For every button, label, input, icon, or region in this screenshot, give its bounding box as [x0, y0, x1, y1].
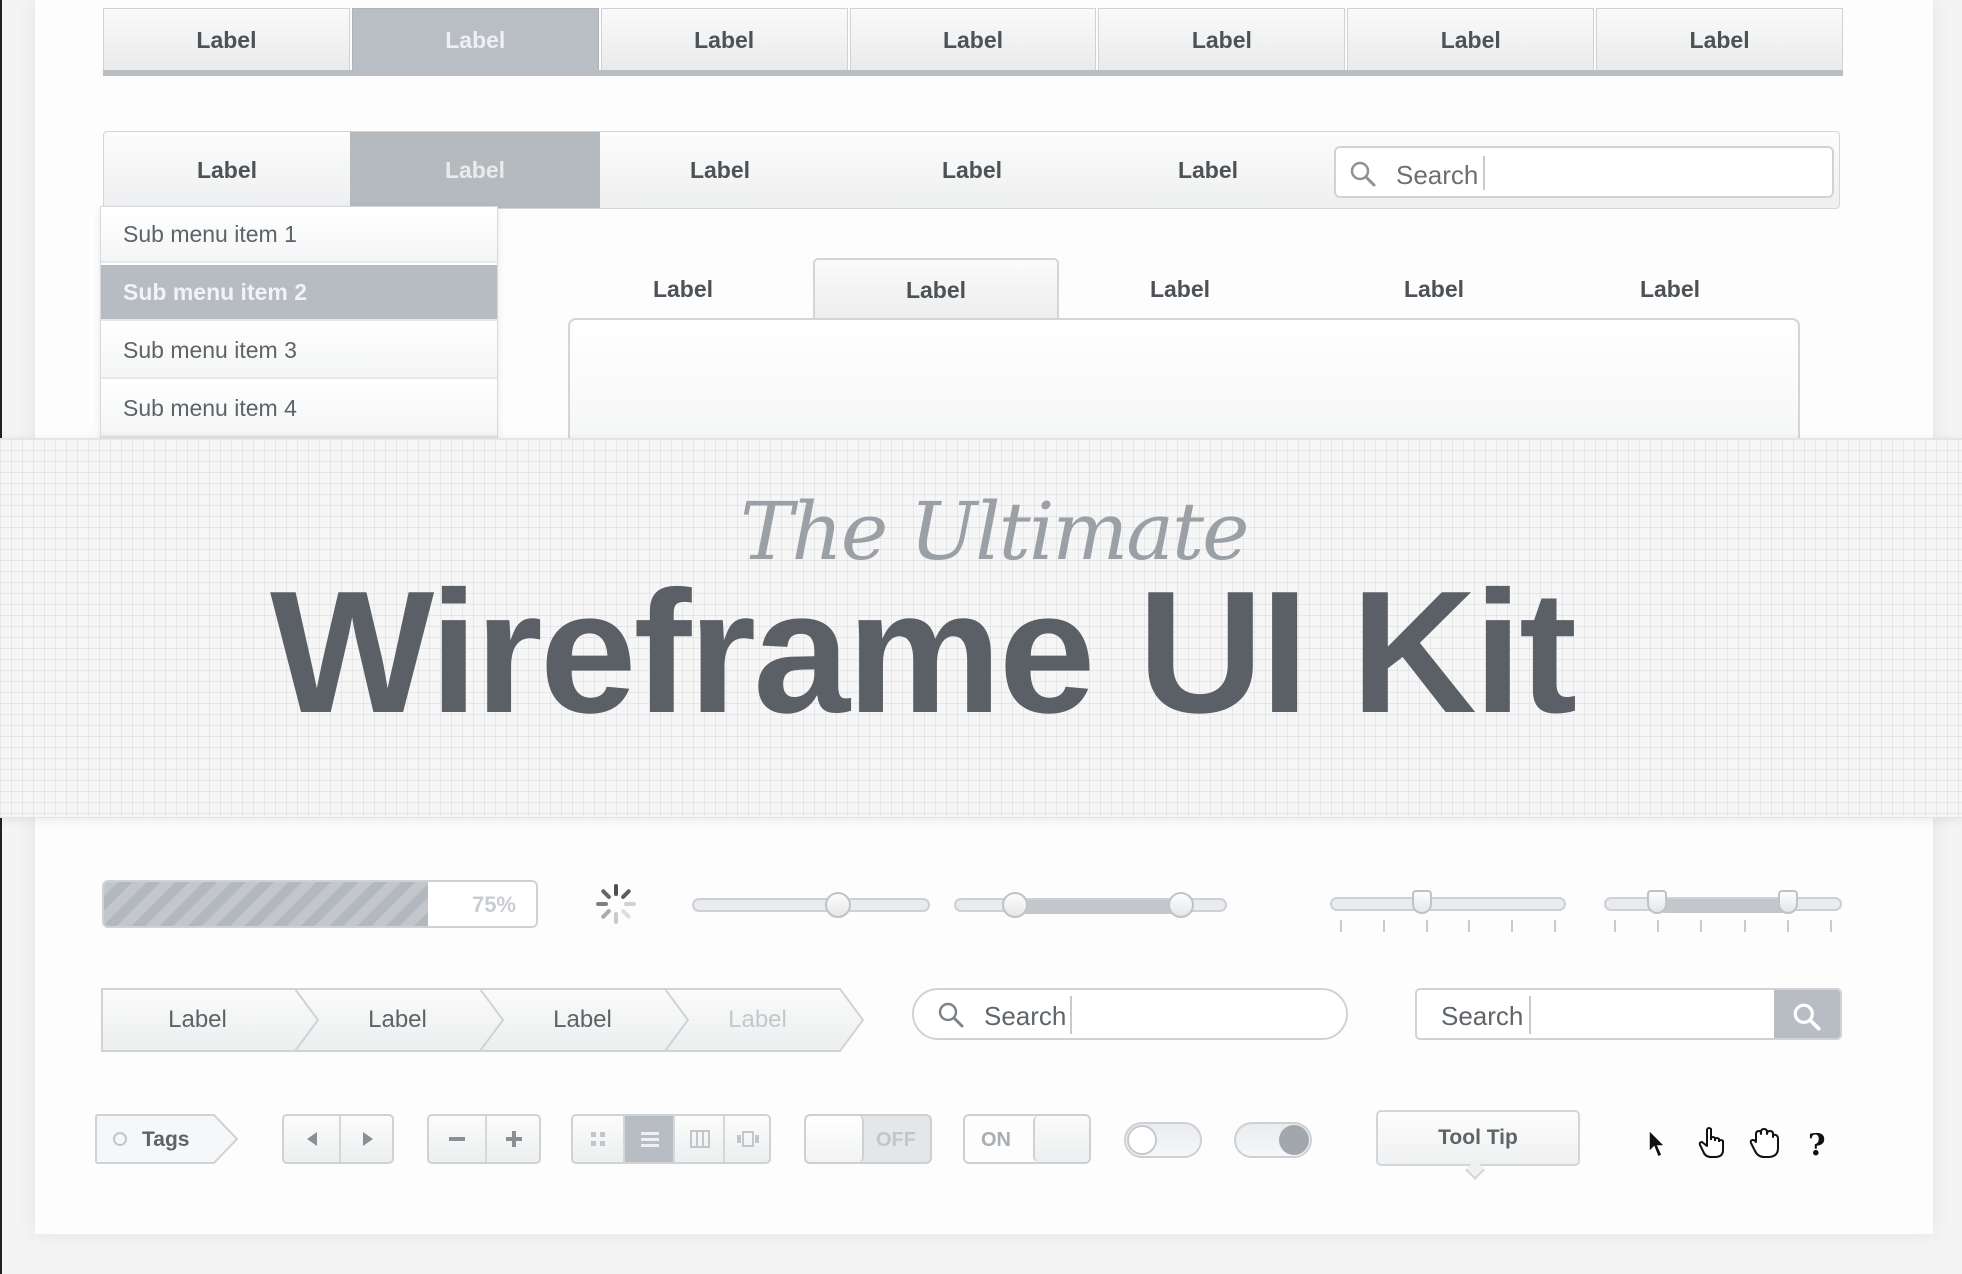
- submenu-item-3[interactable]: Sub menu item 3: [101, 323, 497, 379]
- tag-label: Tags: [142, 1128, 190, 1151]
- grab-hand-icon: [1748, 1126, 1782, 1165]
- progress-label: 75%: [471, 892, 516, 917]
- slider-knob[interactable]: [1412, 890, 1433, 914]
- content-tab-4[interactable]: Label: [1334, 258, 1534, 320]
- breadcrumb: Label Label Label Label: [100, 987, 865, 1053]
- slider-ticked[interactable]: [1330, 890, 1566, 932]
- search-icon: [1793, 1003, 1821, 1031]
- slider-range-fill: [1016, 900, 1184, 914]
- content-tab-2-active[interactable]: Label: [813, 258, 1059, 320]
- pager-control: [282, 1114, 394, 1164]
- switch-off[interactable]: [1124, 1122, 1202, 1158]
- pointer-hand-icon: [1696, 1126, 1728, 1165]
- tab-bar-top: Label Label Label Label Label Label Labe…: [103, 8, 1844, 74]
- slider-range-fill: [1658, 899, 1790, 913]
- search-placeholder: Search: [984, 1001, 1067, 1031]
- slider-range-ticked[interactable]: [1604, 890, 1842, 932]
- tab-top-1[interactable]: Label: [103, 8, 350, 71]
- minus-icon: [449, 1137, 465, 1141]
- nav-search-input[interactable]: Search: [1334, 146, 1834, 198]
- tab-top-6[interactable]: Label: [1347, 8, 1595, 71]
- tab-bar-underline: [103, 70, 1843, 76]
- plus-icon: [506, 1131, 522, 1147]
- search-placeholder: Search: [1441, 1001, 1524, 1031]
- tab-top-7[interactable]: Label: [1596, 8, 1844, 71]
- toggle-on[interactable]: ON: [963, 1114, 1091, 1164]
- breadcrumb-item-1[interactable]: Label: [100, 987, 295, 1053]
- slider-knob-min[interactable]: [1001, 892, 1028, 918]
- switch-knob: [1279, 1125, 1309, 1155]
- toggle-off[interactable]: OFF: [804, 1114, 932, 1164]
- coverflow-view-button[interactable]: [723, 1116, 771, 1162]
- columns-icon: [690, 1130, 710, 1148]
- text-caret: [1483, 156, 1485, 190]
- toggle-off-label: OFF: [876, 1129, 916, 1151]
- tab-top-4[interactable]: Label: [849, 8, 1097, 71]
- prev-button[interactable]: [284, 1116, 339, 1162]
- content-tab-1[interactable]: Label: [583, 258, 783, 320]
- toggle-thumb: [1033, 1116, 1089, 1162]
- slider-range[interactable]: [954, 891, 1227, 921]
- submenu-dropdown: Sub menu item 1 Sub menu item 2 Sub menu…: [100, 206, 498, 438]
- grid-icon: [591, 1132, 605, 1146]
- slider-knob[interactable]: [824, 892, 851, 918]
- search-submit-button[interactable]: [1774, 990, 1840, 1038]
- content-tab-3[interactable]: Label: [1080, 258, 1280, 320]
- search-icon: [1348, 159, 1378, 194]
- progress-bar: 75%: [102, 880, 538, 928]
- breadcrumb-item-4-disabled: Label: [728, 1006, 787, 1033]
- coverflow-icon: [737, 1131, 759, 1147]
- slider-ticks: [1614, 920, 1832, 932]
- progress-fill: [104, 882, 428, 926]
- banner-title: Wireframe UI Kit: [270, 554, 1577, 749]
- stepper-control: [427, 1114, 541, 1164]
- nav-item-2-active[interactable]: Label: [350, 132, 600, 208]
- search-with-button[interactable]: Search: [1415, 988, 1842, 1040]
- slider-knob-max[interactable]: [1777, 890, 1798, 914]
- switch-knob: [1127, 1125, 1157, 1155]
- list-icon: [641, 1132, 659, 1147]
- arrow-right-icon: [362, 1132, 373, 1146]
- breadcrumb-item-3[interactable]: Label: [490, 987, 675, 1053]
- search-icon: [936, 1000, 966, 1035]
- tab-top-5[interactable]: Label: [1098, 8, 1346, 71]
- tab-content-panel: [568, 318, 1800, 448]
- slider-ticks: [1340, 920, 1556, 932]
- switch-on[interactable]: [1234, 1122, 1312, 1158]
- arrow-left-icon: [306, 1132, 317, 1146]
- toggle-on-label: ON: [981, 1129, 1011, 1151]
- spinner-icon: [594, 882, 638, 926]
- search-placeholder: Search: [1396, 160, 1479, 190]
- content-tab-5[interactable]: Label: [1570, 258, 1770, 320]
- text-caret: [1070, 996, 1072, 1034]
- tab-top-2-active[interactable]: Label: [351, 8, 599, 71]
- help-cursor-icon: ?: [1808, 1128, 1826, 1163]
- list-view-button-active[interactable]: [623, 1116, 675, 1162]
- plus-button[interactable]: [485, 1116, 541, 1162]
- text-caret: [1529, 996, 1531, 1034]
- tooltip: Tool Tip: [1376, 1110, 1580, 1166]
- column-view-button[interactable]: [673, 1116, 725, 1162]
- slider-single[interactable]: [692, 891, 930, 921]
- slider-knob-min[interactable]: [1646, 890, 1667, 914]
- slider-knob-max[interactable]: [1168, 892, 1195, 918]
- nav-item-1[interactable]: Label: [104, 132, 350, 208]
- search-rounded-input[interactable]: Search: [912, 988, 1348, 1040]
- tab-top-3[interactable]: Label: [600, 8, 848, 71]
- next-button[interactable]: [339, 1116, 394, 1162]
- toggle-thumb: [806, 1116, 864, 1162]
- minus-button[interactable]: [429, 1116, 485, 1162]
- submenu-item-2-active[interactable]: Sub menu item 2: [101, 265, 497, 321]
- view-switcher: [571, 1114, 771, 1164]
- tag-chip[interactable]: Tags: [94, 1113, 240, 1165]
- submenu-item-4[interactable]: Sub menu item 4: [101, 381, 497, 437]
- grid-view-button[interactable]: [573, 1116, 623, 1162]
- nav-item-5[interactable]: Label: [1104, 132, 1312, 208]
- nav-item-4[interactable]: Label: [840, 132, 1104, 208]
- breadcrumb-item-2[interactable]: Label: [305, 987, 490, 1053]
- submenu-item-1[interactable]: Sub menu item 1: [101, 207, 497, 263]
- arrow-cursor-icon: [1646, 1128, 1670, 1165]
- nav-item-3[interactable]: Label: [600, 132, 840, 208]
